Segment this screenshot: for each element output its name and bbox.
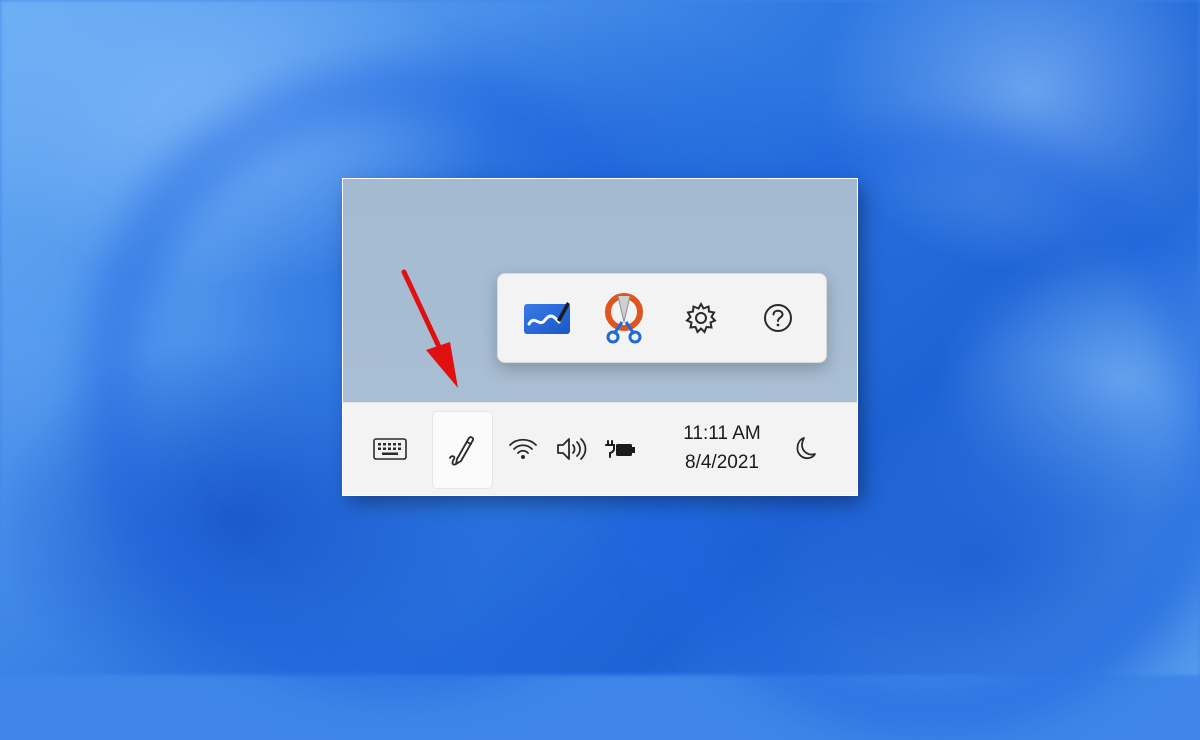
pen-help-button[interactable] [749, 289, 807, 347]
touch-keyboard-button[interactable] [367, 429, 413, 469]
pen-menu-button[interactable] [432, 411, 493, 489]
touch-keyboard-icon [373, 438, 407, 460]
pen-settings-button[interactable] [672, 289, 730, 347]
battery-charging-icon [605, 440, 635, 458]
clock-date: 8/4/2021 [685, 452, 759, 473]
whiteboard-app-button[interactable] [518, 289, 576, 347]
wifi-icon [509, 438, 537, 459]
taskbar: 11:11 AM 8/4/2021 [343, 402, 857, 495]
taskbar-clock[interactable]: 11:11 AM 8/4/2021 [667, 419, 777, 477]
volume-icon [557, 438, 587, 460]
snip-sketch-app-icon [604, 293, 643, 344]
pen-menu-flyout [497, 273, 827, 363]
focus-assist-moon-icon [796, 437, 816, 460]
pen-menu-icon [448, 436, 474, 466]
wifi-button[interactable] [505, 431, 541, 467]
snip-sketch-app-button[interactable] [595, 289, 653, 347]
clock-time: 11:11 AM [683, 423, 761, 444]
settings-gear-icon [684, 301, 717, 334]
screenshot-crop-window: 11:11 AM 8/4/2021 [342, 178, 858, 496]
whiteboard-app-icon [523, 302, 570, 334]
focus-assist-button[interactable] [783, 431, 821, 469]
volume-button[interactable] [553, 431, 591, 467]
help-icon [763, 304, 792, 332]
battery-button[interactable] [601, 431, 639, 467]
